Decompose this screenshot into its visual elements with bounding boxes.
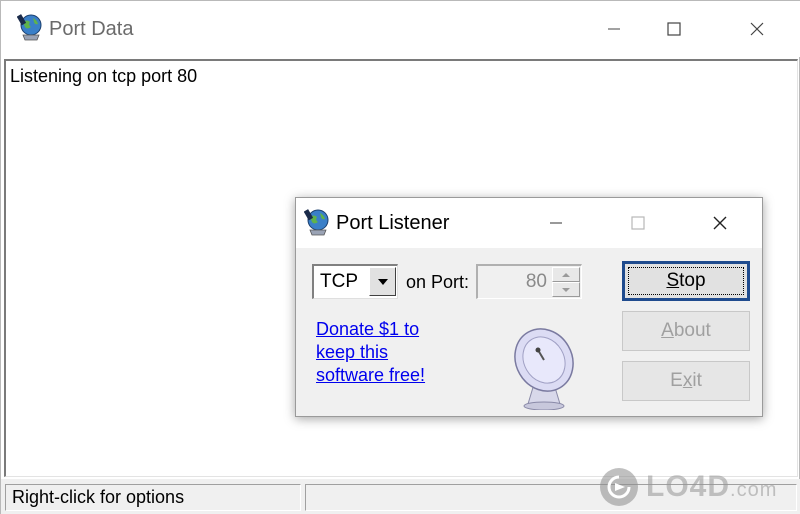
port-globe-icon — [16, 13, 43, 41]
about-button-label: About — [661, 320, 711, 341]
protocol-value: TCP — [320, 271, 358, 292]
close-icon — [750, 22, 764, 36]
window-title: Port Data — [49, 18, 134, 40]
port-value: 80 — [525, 271, 547, 292]
dialog-titlebar[interactable]: Port Listener — [296, 198, 762, 248]
lo4d-logo-icon — [600, 468, 638, 506]
status-text: Right-click for options — [5, 484, 301, 511]
port-spinner[interactable] — [552, 267, 580, 297]
main-titlebar[interactable]: Port Data — [1, 1, 800, 57]
port-listener-dialog: Port Listener TCP on Port: 80 Donate $1 … — [295, 197, 763, 417]
exit-button-label: Exit — [670, 370, 702, 391]
spin-down-button[interactable] — [552, 282, 580, 297]
port-label: on Port: — [406, 272, 470, 292]
stop-button[interactable]: Stop — [622, 261, 750, 301]
log-line: Listening on tcp port 80 — [10, 66, 198, 86]
protocol-dropdown-button[interactable] — [369, 267, 396, 296]
dialog-maximize-button[interactable] — [618, 198, 658, 248]
close-button[interactable] — [734, 1, 780, 57]
port-stepper[interactable]: 80 — [476, 264, 582, 299]
protocol-select[interactable]: TCP — [312, 264, 398, 299]
donate-line: keep this — [316, 342, 389, 362]
close-icon — [713, 216, 727, 230]
maximize-icon — [667, 22, 681, 36]
exit-button[interactable]: Exit — [622, 361, 750, 401]
arrow-up-icon — [562, 272, 570, 277]
about-button[interactable]: About — [622, 311, 750, 351]
lo4d-watermark: LO4D.com — [600, 466, 796, 508]
focus-rectangle — [628, 267, 744, 295]
donate-line: software free! — [316, 365, 426, 385]
minimize-button[interactable] — [591, 1, 637, 57]
dialog-title: Port Listener — [336, 212, 450, 234]
donate-link[interactable]: Donate $1 to keep this software free! — [316, 318, 456, 387]
minimize-icon — [608, 28, 620, 30]
maximize-icon — [631, 216, 645, 230]
spin-up-button[interactable] — [552, 267, 580, 282]
minimize-icon — [550, 222, 562, 224]
watermark-text: LO4D.com — [646, 470, 778, 503]
satellite-dish-icon — [508, 324, 580, 411]
dialog-minimize-button[interactable] — [536, 198, 576, 248]
maximize-button[interactable] — [651, 1, 697, 57]
chevron-down-icon — [377, 278, 388, 285]
port-globe-icon — [303, 208, 330, 236]
arrow-down-icon — [562, 287, 570, 292]
donate-line: Donate $1 to — [316, 319, 420, 339]
dialog-close-button[interactable] — [700, 198, 740, 248]
